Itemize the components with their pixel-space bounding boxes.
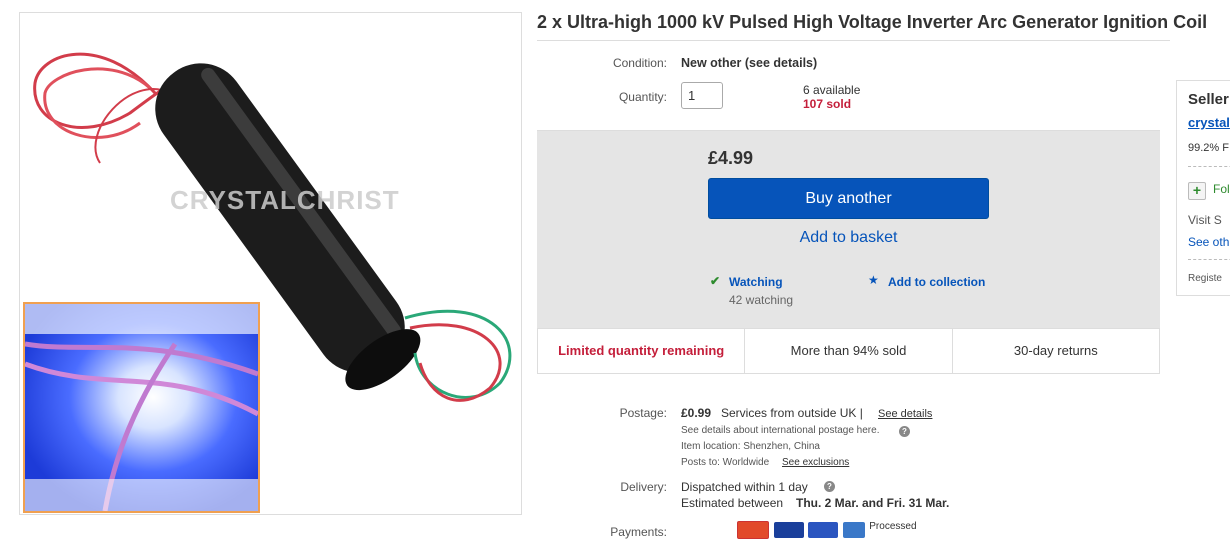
payments-label: Payments: bbox=[610, 525, 667, 539]
item-price: £4.99 bbox=[708, 148, 754, 168]
condition-value: New other (see details) bbox=[681, 56, 818, 70]
delivery-estimate-prefix: Estimated between bbox=[681, 496, 784, 510]
follow-plus-icon[interactable]: + bbox=[1188, 182, 1206, 200]
delivery-estimate-dates: Thu. 2 Mar. and Fri. 31 Mar. bbox=[796, 496, 950, 510]
add-to-collection-link[interactable]: Add to collection bbox=[888, 275, 985, 289]
arc-photo bbox=[25, 304, 258, 511]
product-image-panel[interactable]: CRYSTALCHRIST bbox=[19, 12, 522, 515]
checkmark-icon: ✔ bbox=[710, 274, 721, 288]
title-divider bbox=[537, 40, 1170, 41]
watching-link[interactable]: Watching bbox=[729, 275, 783, 289]
postage-service: Services from outside UK | bbox=[721, 406, 863, 420]
see-other-items-link[interactable]: See oth bbox=[1188, 235, 1229, 249]
thumbnail-arc-photo[interactable] bbox=[23, 302, 260, 513]
amex-logo bbox=[842, 522, 865, 538]
intl-postage-note[interactable]: See details about international postage … bbox=[681, 425, 879, 436]
posts-to: Posts to: Worldwide bbox=[681, 457, 770, 468]
postage-label: Postage: bbox=[619, 406, 667, 420]
postage-see-details-link[interactable]: See details bbox=[878, 408, 932, 420]
listing-title: 2 x Ultra-high 1000 kV Pulsed High Volta… bbox=[537, 12, 1208, 32]
paypal-logo bbox=[681, 522, 733, 538]
follow-seller-link[interactable]: Fol bbox=[1213, 182, 1230, 196]
dispatch-time: Dispatched within 1 day bbox=[681, 480, 808, 494]
quantity-label: Quantity: bbox=[618, 90, 667, 104]
badge-percent-sold: More than 94% sold bbox=[745, 329, 953, 373]
seller-panel: Seller crystal 99.2% F + Fol Visit S See… bbox=[1176, 80, 1230, 296]
visit-shop-label: Visit S bbox=[1188, 213, 1222, 227]
help-icon[interactable]: ? bbox=[899, 426, 910, 437]
watching-count: 42 watching bbox=[729, 293, 794, 307]
seller-name-link[interactable]: crystal bbox=[1188, 115, 1230, 130]
divider bbox=[1188, 166, 1230, 167]
seller-heading: Seller bbox=[1188, 91, 1229, 108]
registered-text: Registe bbox=[1188, 273, 1222, 284]
maestro-logo bbox=[808, 522, 839, 538]
item-location: Item location: Shenzhen, China bbox=[681, 441, 820, 452]
badge-limited-quantity: Limited quantity remaining bbox=[538, 329, 746, 373]
visa-logo bbox=[773, 522, 804, 538]
star-icon: ★ bbox=[868, 273, 879, 287]
quantity-input[interactable] bbox=[681, 82, 723, 109]
processed-text: Processed bbox=[869, 521, 917, 532]
mastercard-logo bbox=[737, 521, 770, 539]
condition-label: Condition: bbox=[612, 56, 667, 70]
delivery-label: Delivery: bbox=[620, 480, 667, 494]
available-count: 6 available bbox=[803, 83, 861, 97]
sold-count[interactable]: 107 sold bbox=[803, 97, 851, 111]
badges-strip: Limited quantity remaining More than 94%… bbox=[537, 328, 1160, 374]
buy-another-button[interactable]: Buy another bbox=[708, 178, 989, 219]
svg-text:CRYSTALCHRIST: CRYSTALCHRIST bbox=[170, 185, 400, 215]
badge-returns: 30-day returns bbox=[1013, 343, 1098, 358]
payment-logos: Processed bbox=[681, 521, 917, 541]
help-icon[interactable]: ? bbox=[824, 481, 835, 492]
add-to-basket-link[interactable]: Add to basket bbox=[708, 229, 989, 247]
seller-feedback: 99.2% F bbox=[1188, 142, 1229, 154]
postage-price: £0.99 bbox=[681, 406, 712, 420]
divider bbox=[1188, 259, 1230, 260]
see-exclusions-link[interactable]: See exclusions bbox=[782, 457, 849, 468]
